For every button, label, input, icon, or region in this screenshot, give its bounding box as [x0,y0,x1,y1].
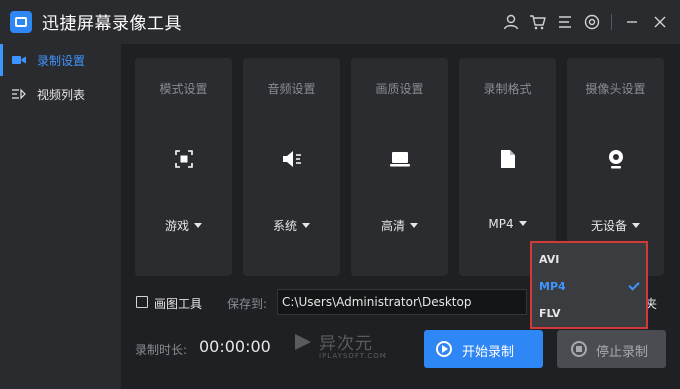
card-mode[interactable]: 模式设置 游戏 [135,58,232,276]
mode-icon [175,150,193,168]
card-title: 画质设置 [375,82,424,96]
card-value[interactable]: 高清 [351,217,448,234]
start-recording-label: 开始录制 [462,345,515,360]
format-option-avi[interactable]: AVI [532,247,646,274]
file-icon [501,150,515,168]
format-dropdown: AVI MP4 FLV [530,241,648,329]
pip-checkbox[interactable] [136,296,148,308]
sidebar: 录制设置 视频列表 [0,44,121,389]
card-title: 摄像头设置 [585,82,646,96]
sidebar-item-video-list[interactable]: 视频列表 [0,78,121,110]
card-value[interactable]: 系统 [243,217,340,234]
title-bar: 迅捷屏幕录像工具 [0,0,680,44]
main-panel: 模式设置 游戏 音频设置 系统 画质设置 高清 录制格式 MP4 摄像头设置 无… [121,44,680,389]
settings-icon[interactable] [582,12,602,32]
card-title: 音频设置 [267,82,316,96]
card-title: 模式设置 [159,82,208,96]
format-option-label: MP4 [539,280,566,293]
chevron-down-icon [632,223,640,228]
laptop-icon [390,152,410,167]
active-indicator [0,44,3,76]
save-to-label: 保存到: [227,297,268,311]
minimize-icon[interactable] [622,12,642,32]
stop-recording-button[interactable]: 停止录制 [557,330,666,368]
save-path-input[interactable]: C:\Users\Administrator\Desktop [277,289,527,315]
app-title: 迅捷屏幕录像工具 [42,14,182,34]
card-value[interactable]: 无设备 [567,217,664,234]
close-icon[interactable] [650,12,670,32]
webcam-icon [609,150,623,169]
sidebar-item-record-settings[interactable]: 录制设置 [0,44,121,76]
stop-recording-label: 停止录制 [596,345,649,360]
card-value[interactable]: 游戏 [135,217,232,234]
start-recording-button[interactable]: 开始录制 [424,330,543,368]
watermark-subtext: IPLAYSOFT.COM [319,352,387,360]
format-option-flv[interactable]: FLV [532,301,646,328]
card-value[interactable]: MP4 [459,217,556,231]
chevron-down-icon [194,223,202,228]
chevron-down-icon [410,223,418,228]
duration-value: 00:00:00 [199,337,271,356]
titlebar-divider [611,14,612,30]
camera-icon [12,56,26,64]
watermark: 异次元 IPLAYSOFT.COM [293,328,413,368]
format-option-mp4[interactable]: MP4 [532,274,646,301]
chevron-down-icon [302,223,310,228]
watermark-logo-icon [295,334,311,350]
app-logo-icon [10,11,32,33]
sidebar-item-label: 录制设置 [37,54,86,68]
check-icon [628,279,640,291]
format-option-label: FLV [539,307,561,320]
stop-icon [571,341,587,357]
speaker-icon [283,151,301,167]
sidebar-item-label: 视频列表 [37,88,86,102]
chevron-down-icon [518,221,527,226]
pip-label: 画图工具 [154,297,203,311]
format-option-label: AVI [539,253,560,266]
card-quality[interactable]: 画质设置 高清 [351,58,448,276]
list-icon [12,88,26,100]
card-title: 录制格式 [483,82,532,96]
cart-icon[interactable] [528,12,548,32]
duration-label: 录制时长: [135,343,188,357]
menu-icon[interactable] [555,12,575,32]
play-icon [436,341,452,357]
user-icon[interactable] [501,12,521,32]
card-audio[interactable]: 音频设置 系统 [243,58,340,276]
watermark-text: 异次元 [319,334,373,354]
